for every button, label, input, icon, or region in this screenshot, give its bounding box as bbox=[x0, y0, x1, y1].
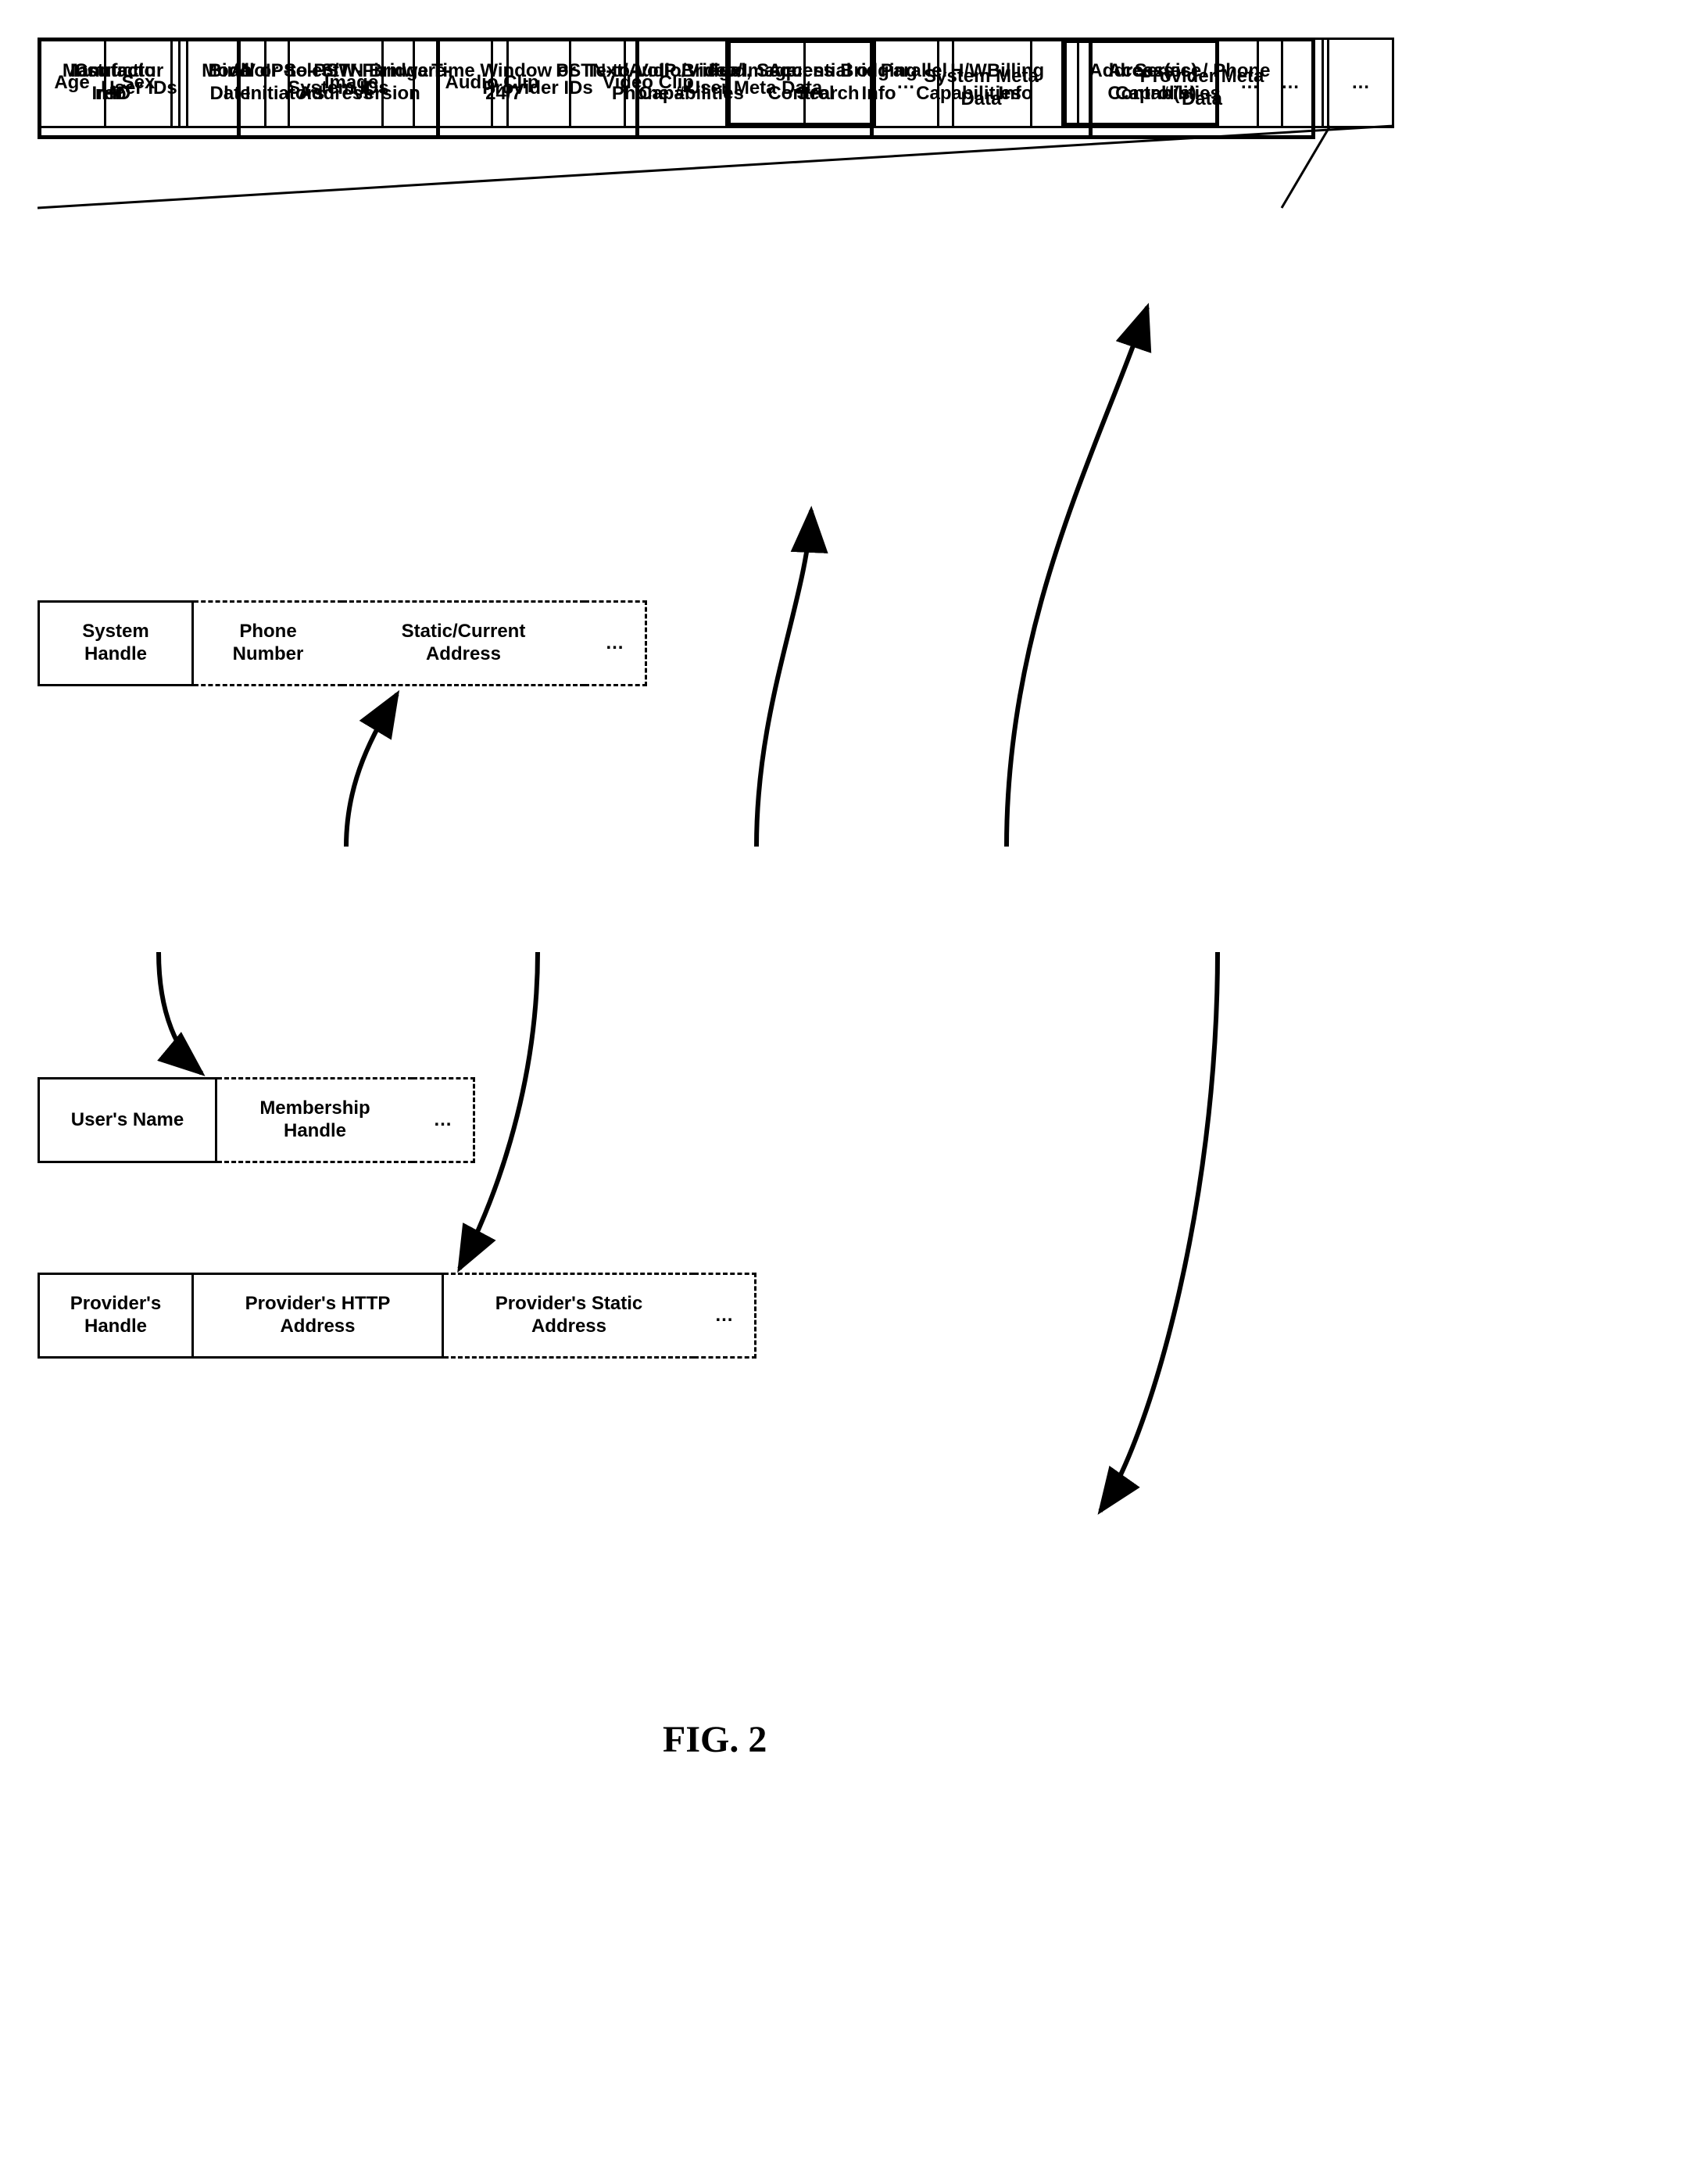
row6-more: … bbox=[413, 1077, 475, 1163]
billing-info: Billing Info bbox=[954, 40, 1079, 126]
figure-2: Instructio n ID All or Select Initiators… bbox=[38, 38, 1601, 1953]
static-current-address: Static/Current Address bbox=[342, 600, 585, 686]
row-system-id: System Handle Phone Number Static/Curren… bbox=[38, 600, 647, 686]
system-handle: System Handle bbox=[38, 600, 194, 686]
row7-more: … bbox=[694, 1273, 756, 1359]
figure-caption: FIG. 2 bbox=[663, 1718, 767, 1761]
row-provider-meta: Contact Info VoIP-to-PSTN Bridge Address… bbox=[38, 38, 1324, 128]
phone-number: Phone Number bbox=[194, 600, 342, 686]
providers-http-address: Provider's HTTP Address bbox=[194, 1273, 444, 1359]
row1-more: … bbox=[1329, 40, 1392, 126]
connectors bbox=[38, 38, 1601, 1757]
users-name: User's Name bbox=[38, 1077, 217, 1163]
service-capabilities: Service Capabilities bbox=[1079, 40, 1259, 126]
pstn-voip-bridge: PSTN-to-VoIP Bridge Phone # bbox=[493, 40, 806, 126]
voip-pstn-bridge: VoIP-to-PSTN Bridge Address bbox=[181, 40, 493, 126]
providers-handle: Provider's Handle bbox=[38, 1273, 194, 1359]
contact-info: Contact Info bbox=[40, 40, 181, 126]
row4-more: … bbox=[585, 600, 647, 686]
bridging-info: Bridging Info bbox=[806, 40, 954, 126]
membership-handle: Membership Handle bbox=[217, 1077, 413, 1163]
row-user-id: User's Name Membership Handle … bbox=[38, 1077, 475, 1163]
providers-static-address: Provider's Static Address bbox=[444, 1273, 694, 1359]
row-provider-id: Provider's Handle Provider's HTTP Addres… bbox=[38, 1273, 756, 1359]
row8-more: … bbox=[1259, 40, 1322, 126]
